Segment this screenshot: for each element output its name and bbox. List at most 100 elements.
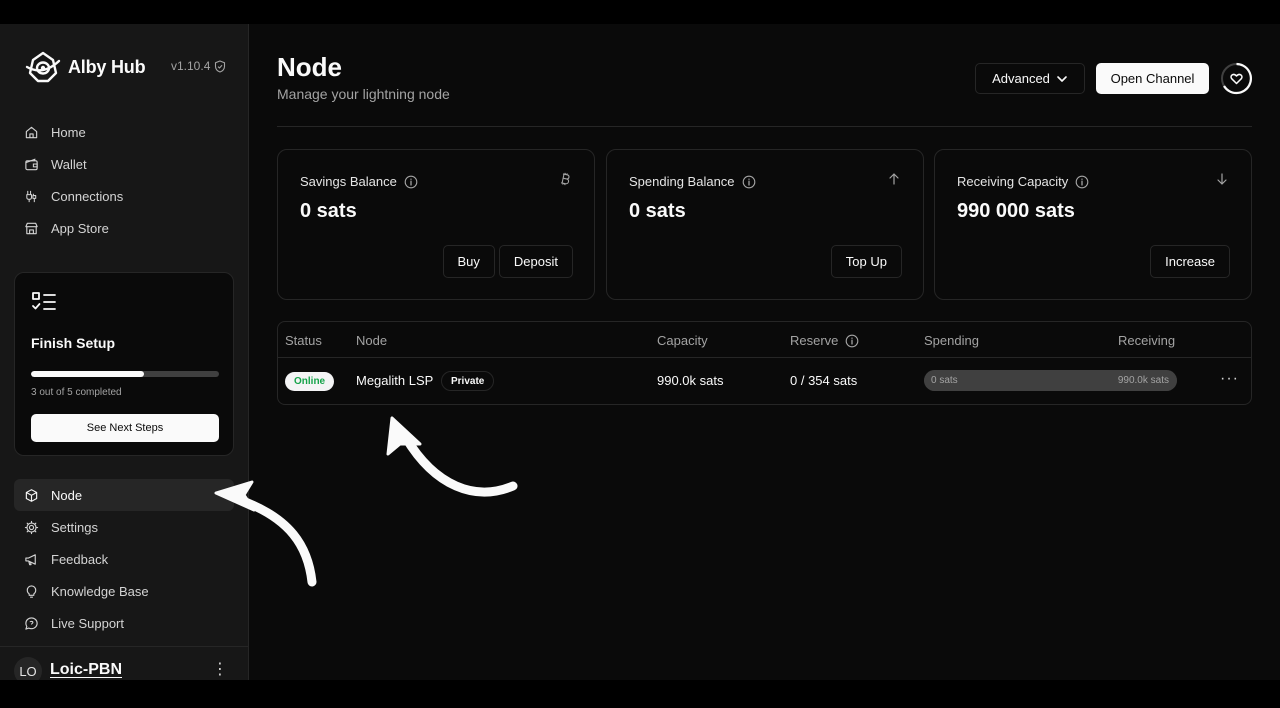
card-actions: Top Up	[830, 245, 902, 278]
private-badge: Private	[441, 371, 495, 391]
card-title: Receiving Capacity	[957, 174, 1089, 189]
card-title-text: Savings Balance	[300, 174, 397, 189]
increase-button[interactable]: Increase	[1150, 245, 1230, 278]
column-receiving: Receiving	[1118, 333, 1176, 348]
sidebar-item-connections[interactable]: Connections	[14, 180, 234, 212]
info-icon[interactable]	[1075, 175, 1089, 189]
finish-setup-card: Finish Setup 3 out of 5 completed See Ne…	[14, 272, 234, 456]
sidebar-item-settings[interactable]: Settings	[14, 511, 234, 543]
version-text: v1.10.4	[171, 59, 211, 73]
brand[interactable]: Alby Hub	[24, 48, 146, 86]
node-name[interactable]: Megalith LSP	[356, 373, 433, 388]
spending-value: 0 sats	[931, 375, 958, 386]
sidebar-item-label: Settings	[51, 519, 98, 535]
arrow-up-icon	[889, 173, 899, 185]
bitcoin-icon	[561, 172, 570, 186]
sidebar-item-label: Connections	[51, 188, 124, 204]
advanced-dropdown[interactable]: Advanced	[975, 63, 1085, 94]
app-window: Alby Hub v1.10.4 Home Wallet Connections…	[0, 24, 1280, 680]
alby-logo-icon	[25, 51, 61, 83]
setup-progress-text: 3 out of 5 completed	[31, 387, 122, 398]
sidebar-item-label: Feedback	[51, 551, 109, 567]
column-reserve: Reserve	[790, 333, 859, 348]
more-vertical-icon[interactable]: ⋮	[212, 662, 228, 678]
megaphone-icon	[25, 553, 36, 565]
sidebar-nav-primary: Home Wallet Connections App Store	[14, 116, 234, 244]
spending-balance-card: Spending Balance 0 sats Top Up	[606, 149, 924, 300]
top-up-button[interactable]: Top Up	[830, 245, 902, 278]
sidebar-item-label: Node	[51, 487, 83, 503]
see-next-steps-button[interactable]: See Next Steps	[31, 414, 219, 442]
card-actions: Buy Deposit	[442, 245, 573, 278]
deposit-button[interactable]: Deposit	[498, 245, 573, 278]
connections-icon	[26, 190, 37, 202]
column-capacity: Capacity	[657, 333, 708, 348]
receiving-capacity-value: 990 000 sats	[957, 200, 1075, 222]
sidebar-item-live-support[interactable]: Live Support	[14, 607, 234, 639]
card-title: Spending Balance	[629, 174, 756, 189]
savings-balance-card: Savings Balance 0 sats Buy Deposit	[277, 149, 595, 300]
setup-title: Finish Setup	[31, 335, 115, 351]
main-content: Node Manage your lightning node Advanced…	[249, 24, 1280, 680]
column-status: Status	[285, 333, 322, 348]
shield-check-icon	[215, 59, 226, 73]
buy-button[interactable]: Buy	[442, 245, 495, 278]
page-subtitle: Manage your lightning node	[277, 86, 450, 102]
sidebar-item-label: Wallet	[51, 156, 87, 172]
sidebar-item-feedback[interactable]: Feedback	[14, 543, 234, 575]
card-title-text: Spending Balance	[629, 174, 735, 189]
checklist-icon	[32, 292, 56, 310]
receiving-value: 990.0k sats	[1117, 375, 1169, 386]
channels-table: Status Node Capacity Reserve Spending Re…	[277, 321, 1252, 405]
table-row[interactable]: Online Megalith LSP Private 990.0k sats …	[278, 358, 1251, 405]
chat-icon	[25, 616, 38, 630]
card-actions: Increase	[1150, 245, 1230, 278]
gear-icon	[24, 520, 39, 534]
page-title: Node	[277, 52, 342, 82]
savings-balance-value: 0 sats	[300, 200, 357, 222]
status-badge: Online	[285, 372, 335, 391]
sidebar-nav-secondary: Node Settings Feedback Knowledge Base Li…	[14, 479, 234, 639]
sidebar-item-label: Home	[51, 124, 86, 140]
sidebar-item-node[interactable]: Node	[14, 479, 234, 511]
capacity-value: 990.0k sats	[657, 373, 724, 388]
user-name: Loic-PBN	[50, 661, 122, 678]
arrow-down-icon	[1217, 173, 1227, 185]
user-account[interactable]: LO Loic-PBN ⋮	[0, 646, 249, 680]
reserve-value: 0 / 354 sats	[790, 373, 858, 388]
info-icon[interactable]	[742, 175, 756, 189]
sidebar-item-home[interactable]: Home	[14, 116, 234, 148]
open-channel-button[interactable]: Open Channel	[1096, 63, 1209, 94]
sidebar-item-label: App Store	[51, 220, 109, 236]
card-title: Savings Balance	[300, 174, 418, 189]
receiving-capacity-card: Receiving Capacity 990 000 sats Increase	[934, 149, 1252, 300]
sidebar-item-wallet[interactable]: Wallet	[14, 148, 234, 180]
sidebar-item-label: Live Support	[51, 615, 124, 631]
lightbulb-icon	[26, 584, 37, 598]
header-divider	[277, 126, 1252, 127]
spending-balance-value: 0 sats	[629, 200, 686, 222]
chevron-down-icon	[1057, 75, 1067, 82]
info-icon[interactable]	[845, 334, 859, 348]
sidebar-item-label: Knowledge Base	[51, 583, 149, 599]
avatar: LO	[14, 657, 42, 680]
sidebar-item-app-store[interactable]: App Store	[14, 212, 234, 244]
advanced-label: Advanced	[992, 71, 1050, 86]
liquidity-bar: 0 sats 990.0k sats	[924, 370, 1177, 391]
store-icon	[25, 222, 38, 234]
home-icon	[25, 126, 38, 138]
setup-progress-fill	[31, 371, 144, 377]
heart-icon[interactable]	[1220, 62, 1253, 95]
sidebar: Alby Hub v1.10.4 Home Wallet Connections…	[0, 24, 249, 680]
more-horizontal-icon[interactable]: ···	[1220, 370, 1239, 388]
column-spending: Spending	[924, 333, 979, 348]
sidebar-item-knowledge-base[interactable]: Knowledge Base	[14, 575, 234, 607]
setup-progress-bar	[31, 371, 219, 377]
box-icon	[25, 488, 38, 502]
info-icon[interactable]	[404, 175, 418, 189]
app-name: Alby Hub	[68, 56, 146, 77]
column-reserve-label: Reserve	[790, 333, 839, 348]
version-label: v1.10.4	[171, 59, 226, 73]
wallet-icon	[25, 158, 38, 170]
column-node: Node	[356, 333, 388, 348]
